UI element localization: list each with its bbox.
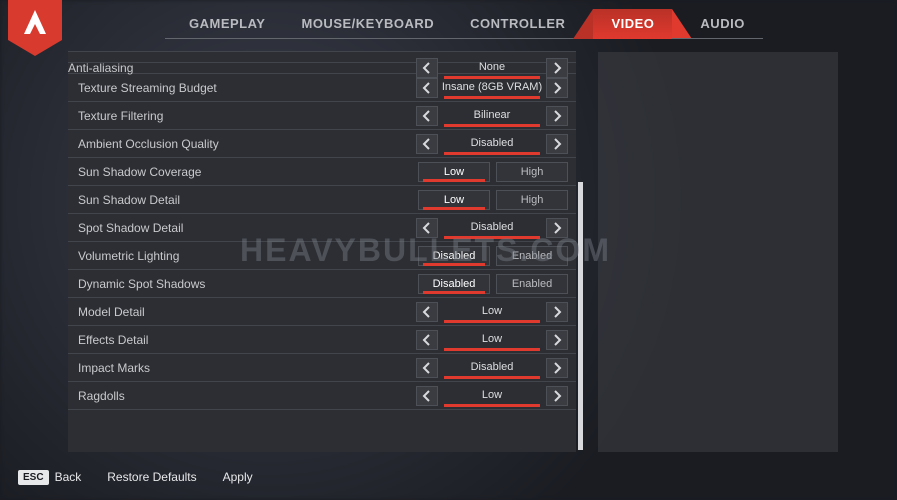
next-option-button[interactable] — [546, 134, 568, 154]
prev-option-button[interactable] — [416, 134, 438, 154]
setting-value: Low — [438, 386, 546, 406]
setting-label: Sun Shadow Detail — [78, 193, 418, 207]
tab-gameplay[interactable]: GAMEPLAY — [165, 9, 283, 39]
setting-label: Dynamic Spot Shadows — [78, 277, 418, 291]
setting-label: Impact Marks — [78, 361, 416, 375]
settings-preview-pane — [598, 52, 838, 452]
setting-label: Ambient Occlusion Quality — [78, 137, 416, 151]
toggle-option-enabled[interactable]: Enabled — [496, 274, 568, 294]
prev-option-button[interactable] — [416, 106, 438, 126]
setting-row-volumetric-lighting: Volumetric LightingDisabled Enabled — [68, 241, 576, 270]
setting-row-impact-marks: Impact Marks Disabled — [68, 353, 576, 382]
setting-row-anti-aliasing: Anti-aliasingNone — [68, 62, 576, 74]
tab-controller[interactable]: CONTROLLER — [452, 9, 593, 39]
prev-option-button[interactable] — [416, 302, 438, 322]
prev-option-button[interactable] — [416, 358, 438, 378]
setting-row-texture-streaming-budget: Texture Streaming Budget Insane (8GB VRAM… — [68, 73, 576, 102]
setting-value: Insane (8GB VRAM) — [438, 78, 546, 98]
video-settings-list: Anti-aliasingNoneTexture Streaming Budge… — [68, 52, 576, 452]
setting-label: Effects Detail — [78, 333, 416, 347]
setting-value: None — [438, 58, 546, 78]
apply-button[interactable]: Apply — [223, 470, 253, 484]
footer-bar: ESC Back Restore Defaults Apply — [18, 464, 897, 490]
back-label: Back — [55, 470, 82, 484]
toggle-option-high[interactable]: High — [496, 162, 568, 182]
setting-value: Disabled — [438, 358, 546, 378]
setting-row-effects-detail: Effects Detail Low — [68, 325, 576, 354]
game-logo — [8, 0, 62, 56]
setting-row-ambient-occlusion-quality: Ambient Occlusion Quality Disabled — [68, 129, 576, 158]
setting-label: Model Detail — [78, 305, 416, 319]
setting-row-model-detail: Model Detail Low — [68, 297, 576, 326]
next-option-button[interactable] — [546, 386, 568, 406]
setting-value: Disabled — [438, 218, 546, 238]
setting-value: Bilinear — [438, 106, 546, 126]
setting-row-dynamic-spot-shadows: Dynamic Spot ShadowsDisabled Enabled — [68, 269, 576, 298]
tab-video[interactable]: VIDEO — [593, 9, 672, 39]
tab-mouse-keyboard[interactable]: MOUSE/KEYBOARD — [283, 9, 452, 39]
next-option-button[interactable] — [546, 302, 568, 322]
setting-label: Anti-aliasing — [68, 61, 416, 75]
toggle-option-low[interactable]: Low — [418, 162, 490, 182]
next-option-button[interactable] — [546, 218, 568, 238]
top-tab-bar: GAMEPLAYMOUSE/KEYBOARDCONTROLLERVIDEOAUD… — [0, 9, 897, 39]
setting-row-spot-shadow-detail: Spot Shadow Detail Disabled — [68, 213, 576, 242]
setting-label: Volumetric Lighting — [78, 249, 418, 263]
next-option-button[interactable] — [546, 106, 568, 126]
toggle-option-high[interactable]: High — [496, 190, 568, 210]
toggle-option-disabled[interactable]: Disabled — [418, 274, 490, 294]
setting-label: Texture Filtering — [78, 109, 416, 123]
setting-label: Texture Streaming Budget — [78, 81, 416, 95]
setting-row-ragdolls: Ragdolls Low — [68, 381, 576, 410]
toggle-option-enabled[interactable]: Enabled — [496, 246, 568, 266]
esc-key-icon: ESC — [18, 470, 49, 485]
tab-audio[interactable]: AUDIO — [672, 9, 762, 39]
back-button[interactable]: ESC Back — [18, 470, 81, 485]
toggle-option-disabled[interactable]: Disabled — [418, 246, 490, 266]
setting-value: Disabled — [438, 134, 546, 154]
prev-option-button[interactable] — [416, 78, 438, 98]
next-option-button[interactable] — [546, 58, 568, 78]
prev-option-button[interactable] — [416, 330, 438, 350]
restore-defaults-button[interactable]: Restore Defaults — [107, 470, 196, 484]
setting-label: Spot Shadow Detail — [78, 221, 416, 235]
setting-value: Low — [438, 302, 546, 322]
setting-row-sun-shadow-coverage: Sun Shadow CoverageLow High — [68, 157, 576, 186]
next-option-button[interactable] — [546, 358, 568, 378]
prev-option-button[interactable] — [416, 386, 438, 406]
prev-option-button[interactable] — [416, 58, 438, 78]
next-option-button[interactable] — [546, 330, 568, 350]
setting-row-sun-shadow-detail: Sun Shadow DetailLow High — [68, 185, 576, 214]
setting-value: Low — [438, 330, 546, 350]
next-option-button[interactable] — [546, 78, 568, 98]
setting-row-texture-filtering: Texture Filtering Bilinear — [68, 101, 576, 130]
prev-option-button[interactable] — [416, 218, 438, 238]
setting-label: Ragdolls — [78, 389, 416, 403]
toggle-option-low[interactable]: Low — [418, 190, 490, 210]
setting-label: Sun Shadow Coverage — [78, 165, 418, 179]
